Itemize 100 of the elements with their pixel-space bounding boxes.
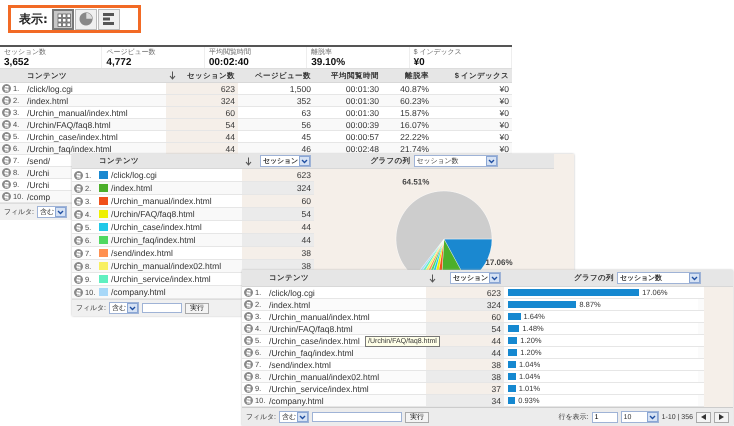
row-action-icon[interactable]: [244, 360, 253, 369]
table-cell-text: 00:00:39: [344, 119, 380, 130]
row-action-icon[interactable]: [244, 384, 253, 393]
page-path-cell: /click/log.cgi: [269, 288, 315, 298]
metric-value: 39.10%: [311, 57, 346, 68]
table-cell: 54: [426, 323, 504, 334]
page-path-cell-text: /Urchin/FAQ/faq8.html: [26, 119, 112, 130]
row-action-icon[interactable]: [74, 288, 83, 296]
page-path-cell-text: /index.html: [26, 95, 70, 106]
row-action-icon[interactable]: [74, 222, 83, 232]
row-action-icon[interactable]: [2, 132, 11, 141]
table-cell-text: 00:01:30: [344, 95, 380, 106]
table-cell: 60: [166, 107, 238, 118]
filter-input-field[interactable]: [312, 412, 402, 422]
row-action-icon[interactable]: [2, 168, 11, 177]
page-path-cell: /company.html: [111, 287, 166, 297]
sort-arrow-icon[interactable]: [169, 71, 176, 80]
table-cell-text: 00:00:57: [344, 131, 380, 142]
page-path-cell: /index.html: [269, 300, 310, 310]
view-button[interactable]: [52, 8, 74, 30]
sort-arrow-icon[interactable]: [429, 274, 436, 282]
table-cell: 54: [166, 119, 238, 130]
filter-input-field[interactable]: [142, 303, 182, 313]
table-cell-text: ¥0: [498, 131, 510, 142]
row-action-icon[interactable]: [2, 180, 11, 189]
table-cell-text: ¥0: [498, 107, 510, 118]
caret-icon: [126, 303, 138, 313]
caret-icon: [486, 156, 496, 166]
row-action-icon[interactable]: [2, 96, 11, 105]
row-action-icon[interactable]: [244, 396, 253, 405]
row-action-icon[interactable]: [244, 312, 253, 321]
row-action-icon[interactable]: [74, 184, 83, 192]
table-cell-text: 15.87%: [399, 107, 430, 118]
view-label: 表示:: [19, 10, 48, 28]
caret-icon: [689, 273, 700, 283]
page-path-cell: /Urchin_faq/index.html: [269, 348, 354, 358]
table-cell: 44: [166, 143, 238, 154]
row-action-icon[interactable]: [2, 108, 11, 117]
row-action-icon[interactable]: [2, 120, 11, 129]
left-triangle-icon: [701, 414, 706, 420]
page-path-cell: /index.html: [111, 183, 152, 193]
table-cell-text: ¥0: [498, 119, 510, 130]
row-action-icon[interactable]: [244, 300, 253, 309]
row-action-icon[interactable]: [244, 336, 253, 345]
row-action-icon[interactable]: [2, 192, 11, 201]
row-action-icon[interactable]: [2, 144, 11, 153]
page-path-cell-text: /send/: [26, 155, 52, 166]
table-cell-text: 16.07%: [399, 119, 430, 130]
table-cell: 623: [242, 169, 314, 181]
page-path-cell-text: /Urchi: [26, 179, 50, 190]
row-action-icon[interactable]: [2, 156, 11, 165]
page-path-cell-text: /Urchin_manual/index.html: [26, 107, 129, 118]
row-action-icon[interactable]: [244, 288, 253, 297]
page-path-cell: /send/index.html: [111, 248, 173, 258]
bar-chart-icon: [100, 11, 117, 27]
row-action-icon[interactable]: [74, 274, 83, 284]
page-path-cell-text: /Urchin_case/index.html: [26, 131, 119, 142]
row-action-icon[interactable]: [74, 196, 83, 206]
table-cell: 44: [242, 221, 314, 233]
row-action-icon[interactable]: [74, 262, 83, 270]
table-cell-text: 45: [300, 131, 312, 142]
row-action-icon[interactable]: [2, 84, 11, 93]
metric-value: 4,772: [106, 57, 132, 68]
table-cell-text: 352: [296, 95, 312, 106]
page-path-cell-text: /Urchin_faq/index.html: [26, 143, 113, 154]
page-path-cell: /Urchin_faq/index.html: [111, 235, 196, 245]
row-action-icon[interactable]: [244, 348, 253, 357]
page-path-cell: /company.html: [269, 396, 324, 406]
table-cell-text: 00:01:30: [344, 107, 380, 118]
table-cell-text: 46: [300, 143, 312, 154]
table-cell-text: 1,500: [288, 83, 312, 94]
view-button[interactable]: [98, 8, 120, 30]
row-action-icon[interactable]: [74, 170, 83, 180]
page-path-cell-text: /Urchi: [26, 167, 50, 178]
page-path-cell: /click/log.cgi: [111, 170, 157, 180]
table-cell: 38: [242, 247, 314, 259]
table-cell: 44: [426, 347, 504, 358]
table-cell: 44: [166, 131, 238, 142]
page-path-cell-text: /comp: [26, 191, 52, 202]
table-cell-text: 40.87%: [399, 83, 430, 94]
table-cell: 324: [242, 182, 314, 194]
row-action-icon[interactable]: [74, 236, 83, 244]
table-cell-text: 22.22%: [399, 131, 430, 142]
view-button[interactable]: [74, 8, 97, 30]
row-action-icon[interactable]: [244, 324, 253, 333]
table-cell: 60: [426, 311, 504, 322]
row-action-icon[interactable]: [244, 372, 253, 381]
page-path-cell: /send/index.html: [269, 360, 331, 370]
table-cell: 324: [426, 299, 504, 310]
table-cell-text: 00:02:48: [344, 143, 380, 154]
table-cell-text: 63: [300, 107, 312, 118]
table-cell-text: 56: [300, 119, 312, 130]
sort-arrow-icon[interactable]: [245, 156, 252, 166]
next-button[interactable]: [714, 412, 729, 422]
row-action-icon[interactable]: [74, 210, 83, 218]
page-path-cell: /Urchin/FAQ/faq8.html: [269, 324, 353, 334]
page-path-cell: /Urchin_service/index.html: [269, 384, 369, 394]
previous-button[interactable]: [696, 412, 711, 422]
page-path-cell: /Urchin_manual/index02.html: [111, 261, 222, 271]
row-action-icon[interactable]: [74, 248, 83, 258]
